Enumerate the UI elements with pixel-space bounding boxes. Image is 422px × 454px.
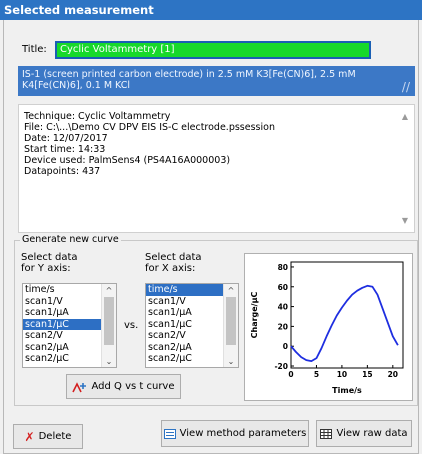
y-tick-label: 20 — [278, 322, 288, 331]
info-technique: Technique: Cyclic Voltammetry — [24, 111, 171, 122]
y-tick-label: 0 — [283, 342, 288, 351]
info-device: Device used: PalmSens4 (PS4A16A000003) — [24, 155, 231, 166]
plot-area — [290, 261, 404, 369]
y-tick-label: 80 — [278, 263, 288, 272]
delete-button[interactable]: ✗ Delete — [13, 424, 83, 449]
measurement-description[interactable]: IS-1 (screen printed carbon electrode) i… — [18, 66, 415, 96]
resize-grip-icon: // — [401, 80, 410, 94]
window-title: Selected measurement — [0, 0, 422, 20]
measurement-description-text: IS-1 (screen printed carbon electrode) i… — [22, 69, 356, 91]
view-method-parameters-button[interactable]: View method parameters — [161, 420, 309, 447]
add-curve-button[interactable]: Add Q vs t curve — [66, 374, 181, 399]
x-axis-label-line1: Select data — [145, 252, 202, 263]
view-method-parameters-label: View method parameters — [179, 428, 307, 439]
charge-curve-line — [290, 284, 399, 362]
y-tick-label: -20 — [274, 362, 288, 371]
x-tick-label: 20 — [388, 370, 398, 379]
x-list-scroll-down-icon[interactable]: ⌄ — [224, 357, 238, 366]
preview-chart: -20 0 20 40 60 80 0 5 10 15 20 Time/s Charge/µC — [244, 253, 413, 401]
info-start-time: Start time: 14:33 — [24, 144, 106, 155]
measurement-info-box: Technique: Cyclic Voltammetry File: C:\.… — [18, 104, 415, 233]
y-axis-label-line1: Select data — [21, 252, 78, 263]
add-curve-icon — [72, 381, 87, 392]
x-list-scroll-up-icon[interactable]: ^ — [224, 286, 238, 295]
generate-curve-title: Generate new curve — [20, 234, 121, 245]
x-tick-label: 10 — [337, 370, 347, 379]
table-icon — [320, 428, 333, 439]
title-input[interactable]: Cyclic Voltammetry [1] — [55, 41, 371, 59]
chart-svg: -200204060800 5 10 15 20Time/sCharge/µC — [250, 261, 404, 395]
x-list-scrollbar[interactable]: ^ ⌄ — [223, 284, 238, 367]
x-axis-label: Select data for X axis: — [145, 252, 202, 274]
view-raw-data-label: View raw data — [336, 428, 408, 439]
vs-label: vs. — [124, 320, 139, 331]
scroll-down-icon[interactable]: ▼ — [402, 215, 408, 226]
delete-x-icon: ✗ — [24, 429, 35, 444]
y-axis-label: Select data for Y axis: — [21, 252, 78, 274]
y-axis-title: Charge/µC — [250, 292, 259, 339]
info-datapoints: Datapoints: 437 — [24, 166, 101, 177]
view-raw-data-button[interactable]: View raw data — [316, 420, 412, 447]
x-axis-title: Time/s — [332, 386, 362, 395]
y-axis-listbox[interactable]: time/s scan1/V scan1/µA scan1/µC scan2/V scan… — [22, 283, 117, 368]
x-axis-label-line2: for X axis: — [145, 263, 196, 274]
add-curve-label: Add Q vs t curve — [91, 381, 175, 392]
scroll-up-icon[interactable]: ▲ — [402, 111, 408, 122]
x-tick-label: 5 — [314, 370, 319, 379]
y-list-scrollbar[interactable]: ^ ⌄ — [101, 284, 116, 367]
x-list-scroll-thumb[interactable] — [226, 297, 236, 345]
y-list-scroll-down-icon[interactable]: ⌄ — [102, 357, 116, 366]
delete-label: Delete — [38, 431, 72, 442]
y-tick-label: 60 — [278, 283, 288, 292]
y-tick-label: 40 — [278, 303, 288, 312]
x-tick-label: 15 — [362, 370, 372, 379]
y-axis-label-line2: for Y axis: — [21, 263, 71, 274]
parameters-icon — [163, 428, 176, 439]
info-file: File: C:\...\Demo CV DPV EIS IS-C electr… — [24, 122, 275, 133]
y-list-scroll-up-icon[interactable]: ^ — [102, 286, 116, 295]
title-label: Title: — [22, 44, 47, 55]
x-axis-listbox[interactable]: time/s scan1/V scan1/µA scan1/µC scan2/V scan… — [145, 283, 239, 368]
x-tick-label: 0 — [288, 370, 293, 379]
info-date: Date: 12/07/2017 — [24, 133, 108, 144]
y-list-scroll-thumb[interactable] — [104, 297, 114, 345]
